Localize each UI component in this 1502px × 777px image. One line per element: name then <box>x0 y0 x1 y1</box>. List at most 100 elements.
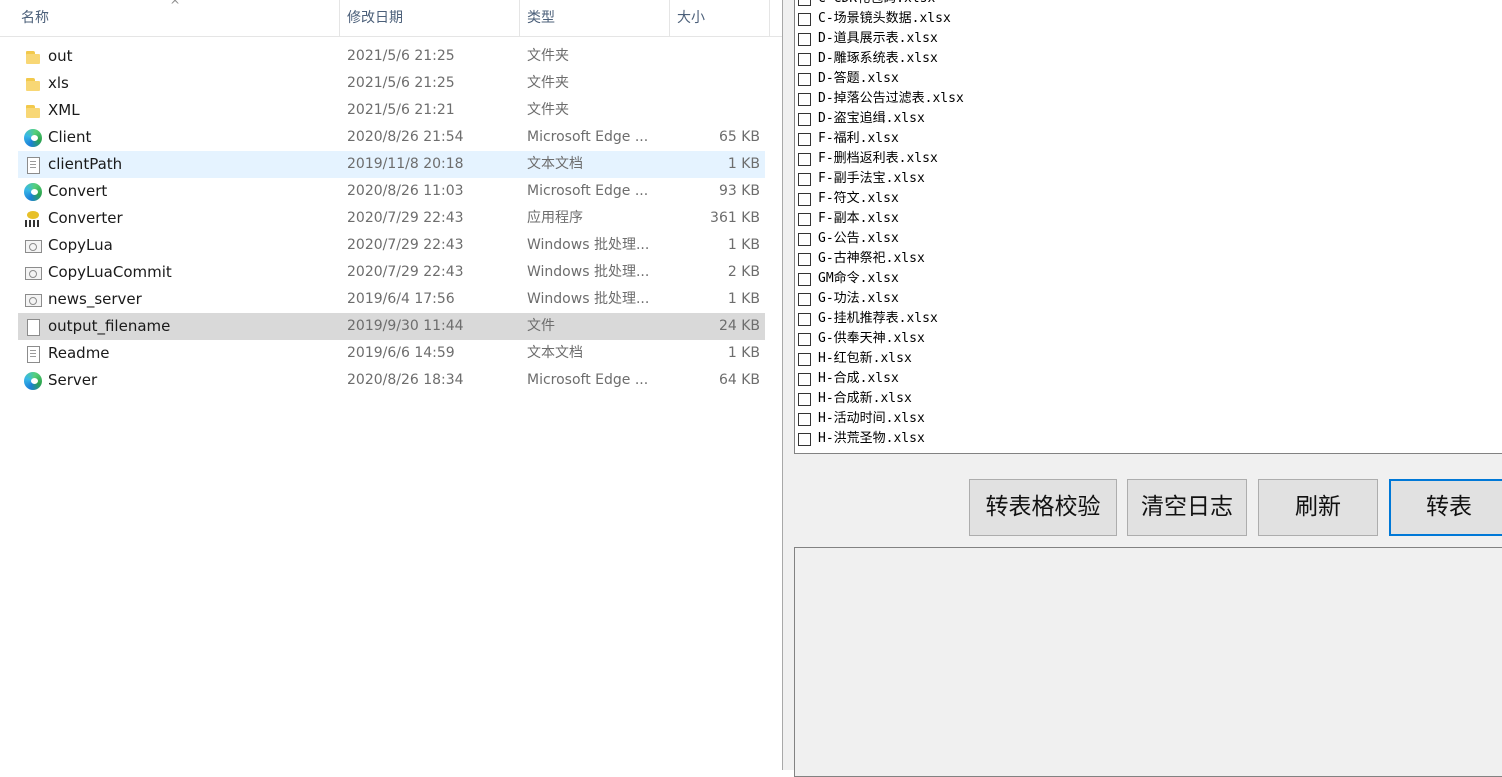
checkbox-label: G-功法.xlsx <box>818 291 899 306</box>
checkbox-label: G-供奉天神.xlsx <box>818 331 925 346</box>
file-date: 2020/7/29 22:43 <box>347 210 464 226</box>
checkbox[interactable] <box>798 413 811 426</box>
checkbox[interactable] <box>798 333 811 346</box>
checkbox[interactable] <box>798 353 811 366</box>
file-explorer: ^ 名称 修改日期 类型 大小 out 2021/5/6 21:25 文件夹 xls 2… <box>0 0 782 770</box>
file-type: 文本文档 <box>527 156 583 172</box>
folder-icon <box>24 75 42 93</box>
convert-button[interactable]: 转表 <box>1389 479 1502 536</box>
file-name: Client <box>48 128 92 146</box>
file-size: 1 KB <box>727 237 760 253</box>
file-row[interactable]: Server 2020/8/26 18:34 Microsoft Edge ... 6… <box>18 367 765 394</box>
file-date: 2021/5/6 21:25 <box>347 75 455 91</box>
file-date: 2021/5/6 21:25 <box>347 48 455 64</box>
edge-icon <box>24 372 42 390</box>
checkbox[interactable] <box>798 253 811 266</box>
refresh-button[interactable]: 刷新 <box>1258 479 1378 536</box>
checkbox[interactable] <box>798 33 811 46</box>
file-type: Windows 批处理... <box>527 264 650 280</box>
checkbox[interactable] <box>798 93 811 106</box>
excel-file-checklist[interactable]: C-CDK礼包码.xlsx C-场景镜头数据.xlsx D-道具展示表.xlsx D-… <box>794 0 1502 454</box>
file-size: 1 KB <box>727 291 760 307</box>
file-row[interactable]: news_server 2019/6/4 17:56 Windows 批处理... 1… <box>18 286 765 313</box>
column-header-name[interactable]: 名称 <box>15 0 335 36</box>
checkbox[interactable] <box>798 13 811 26</box>
file-row[interactable]: xls 2021/5/6 21:25 文件夹 <box>18 70 765 97</box>
file-row[interactable]: Convert 2020/8/26 11:03 Microsoft Edge ...… <box>18 178 765 205</box>
file-size: 65 KB <box>718 129 760 145</box>
checkbox-label: H-合成.xlsx <box>818 371 899 386</box>
checkbox-label: C-场景镜头数据.xlsx <box>818 11 951 26</box>
file-row[interactable]: output_filename 2019/9/30 11:44 文件 24 KB <box>18 313 765 340</box>
column-header-type[interactable]: 类型 <box>521 0 669 36</box>
file-size: 1 KB <box>727 156 760 172</box>
checkbox[interactable] <box>798 433 811 446</box>
file-name: Readme <box>48 344 110 362</box>
file-type: 文件夹 <box>527 102 569 118</box>
checkbox-label: H-合成新.xlsx <box>818 391 912 406</box>
checkbox[interactable] <box>798 193 811 206</box>
checkbox-label: D-掉落公告过滤表.xlsx <box>818 91 964 106</box>
text-document-icon <box>24 345 42 363</box>
file-row[interactable]: clientPath 2019/11/8 20:18 文本文档 1 KB <box>18 151 765 178</box>
checkbox-label: H-红包新.xlsx <box>818 351 912 366</box>
column-header: ^ 名称 修改日期 类型 大小 <box>0 0 782 37</box>
file-type: Windows 批处理... <box>527 237 650 253</box>
checkbox[interactable] <box>798 213 811 226</box>
checkbox[interactable] <box>798 373 811 386</box>
validate-button[interactable]: 转表格校验 <box>969 479 1117 536</box>
checkbox[interactable] <box>798 53 811 66</box>
file-type: 应用程序 <box>527 210 583 226</box>
file-size: 64 KB <box>718 372 760 388</box>
column-header-date[interactable]: 修改日期 <box>341 0 519 36</box>
file-icon <box>24 318 42 336</box>
file-name: Convert <box>48 182 108 200</box>
file-name: clientPath <box>48 155 123 173</box>
checkbox[interactable] <box>798 273 811 286</box>
file-date: 2020/7/29 22:43 <box>347 237 464 253</box>
checkbox-label: GM命令.xlsx <box>818 271 899 286</box>
checkbox-label: D-雕琢系统表.xlsx <box>818 51 938 66</box>
file-row[interactable]: Converter 2020/7/29 22:43 应用程序 361 KB <box>18 205 765 232</box>
file-row[interactable]: CopyLuaCommit 2020/7/29 22:43 Windows 批处理.… <box>18 259 765 286</box>
file-row[interactable]: out 2021/5/6 21:25 文件夹 <box>18 43 765 70</box>
file-name: XML <box>48 101 80 119</box>
file-row[interactable]: XML 2021/5/6 21:21 文件夹 <box>18 97 765 124</box>
checkbox[interactable] <box>798 113 811 126</box>
checkbox[interactable] <box>798 133 811 146</box>
column-header-size[interactable]: 大小 <box>671 0 769 36</box>
file-type: Microsoft Edge ... <box>527 129 649 145</box>
file-list: out 2021/5/6 21:25 文件夹 xls 2021/5/6 21:25 文件夹… <box>18 43 765 394</box>
checkbox[interactable] <box>798 153 811 166</box>
checkbox[interactable] <box>798 0 811 6</box>
file-row[interactable]: CopyLua 2020/7/29 22:43 Windows 批处理... 1 KB <box>18 232 765 259</box>
checkbox[interactable] <box>798 73 811 86</box>
file-row[interactable]: Client 2020/8/26 21:54 Microsoft Edge ... 6… <box>18 124 765 151</box>
clear-log-button[interactable]: 清空日志 <box>1127 479 1247 536</box>
checkbox[interactable] <box>798 233 811 246</box>
checkbox[interactable] <box>798 173 811 186</box>
application-icon <box>24 210 42 228</box>
file-date: 2020/7/29 22:43 <box>347 264 464 280</box>
file-name: CopyLua <box>48 236 113 254</box>
file-type: Windows 批处理... <box>527 291 650 307</box>
file-type: 文件 <box>527 318 555 334</box>
file-size: 2 KB <box>727 264 760 280</box>
checkbox[interactable] <box>798 313 811 326</box>
text-document-icon <box>24 156 42 174</box>
file-date: 2019/11/8 20:18 <box>347 156 464 172</box>
file-type: Microsoft Edge ... <box>527 372 649 388</box>
file-date: 2019/6/4 17:56 <box>347 291 455 307</box>
file-date: 2020/8/26 21:54 <box>347 129 464 145</box>
checkbox-label: G-公告.xlsx <box>818 231 899 246</box>
file-size: 93 KB <box>718 183 760 199</box>
log-output[interactable] <box>794 547 1502 777</box>
file-size: 361 KB <box>710 210 760 226</box>
checkbox[interactable] <box>798 293 811 306</box>
file-date: 2020/8/26 11:03 <box>347 183 464 199</box>
file-row[interactable]: Readme 2019/6/6 14:59 文本文档 1 KB <box>18 340 765 367</box>
batch-file-icon <box>24 264 42 282</box>
checkbox[interactable] <box>798 393 811 406</box>
checkbox-label: F-删档返利表.xlsx <box>818 151 938 166</box>
file-size: 24 KB <box>718 318 760 334</box>
